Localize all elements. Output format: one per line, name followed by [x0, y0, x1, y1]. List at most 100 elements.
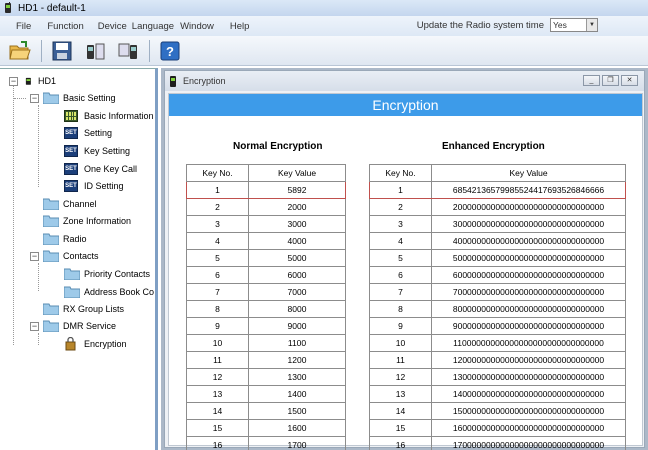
menu-device[interactable]: Device [84, 21, 127, 32]
key-value-cell[interactable]: 3000 [248, 215, 346, 233]
tree-node-priority-contacts[interactable]: Priority Contacts [64, 266, 150, 282]
tree-node-basic-information[interactable]: Basic Information [64, 108, 154, 124]
table-row[interactable]: 16 1700 [186, 436, 346, 450]
key-value-cell[interactable]: 1500 [248, 402, 346, 420]
table-row[interactable]: 3 30000000000000000000000000000000 [369, 215, 626, 233]
save-button[interactable] [50, 39, 74, 63]
minimize-icon[interactable]: _ [583, 75, 600, 86]
table-row[interactable]: 7 7000 [186, 283, 346, 301]
table-row[interactable]: 5 5000 [186, 249, 346, 267]
key-value-cell[interactable]: 6000 [248, 266, 346, 284]
menu-language[interactable]: Language [122, 21, 174, 32]
tree-collapse-toggle[interactable]: − [30, 252, 39, 261]
key-value-cell[interactable]: 5892 [248, 181, 346, 199]
tree-collapse-toggle[interactable]: − [9, 77, 18, 86]
tree-node-one-key-call[interactable]: SET One Key Call [64, 161, 137, 177]
key-value-cell[interactable]: 20000000000000000000000000000000 [431, 198, 626, 216]
table-row[interactable]: 2 2000 [186, 198, 346, 216]
write-radio-button[interactable] [116, 39, 140, 63]
tree-collapse-toggle[interactable]: − [30, 322, 39, 331]
menu-help[interactable]: Help [214, 21, 250, 32]
tree-node-id-setting[interactable]: SET ID Setting [64, 178, 124, 194]
table-row[interactable]: 1 68542136579985524417693526846666 [369, 181, 626, 199]
close-icon[interactable]: ✕ [621, 75, 638, 86]
table-row[interactable]: 4 4000 [186, 232, 346, 250]
table-row[interactable]: 4 40000000000000000000000000000000 [369, 232, 626, 250]
table-row[interactable]: 9 90000000000000000000000000000000 [369, 317, 626, 335]
restore-icon[interactable]: ❐ [602, 75, 619, 86]
key-value-cell[interactable]: 1600 [248, 419, 346, 437]
tree-node-setting[interactable]: SET Setting [64, 125, 112, 141]
key-value-cell[interactable]: 30000000000000000000000000000000 [431, 215, 626, 233]
table-row[interactable]: 6 6000 [186, 266, 346, 284]
key-value-cell[interactable]: 4000 [248, 232, 346, 250]
key-value-cell[interactable]: 60000000000000000000000000000000 [431, 266, 626, 284]
table-row[interactable]: 11 12000000000000000000000000000000 [369, 351, 626, 369]
key-value-cell[interactable]: 90000000000000000000000000000000 [431, 317, 626, 335]
key-value-cell[interactable]: 9000 [248, 317, 346, 335]
tree-node-zone-information[interactable]: Zone Information [43, 213, 131, 229]
help-button[interactable]: ? [158, 39, 182, 63]
table-row[interactable]: 13 14000000000000000000000000000000 [369, 385, 626, 403]
table-row[interactable]: 15 16000000000000000000000000000000 [369, 419, 626, 437]
tree-node-radio[interactable]: Radio [43, 231, 87, 247]
table-row[interactable]: 12 13000000000000000000000000000000 [369, 368, 626, 386]
table-row[interactable]: 12 1300 [186, 368, 346, 386]
table-row[interactable]: 9 9000 [186, 317, 346, 335]
key-value-cell[interactable]: 2000 [248, 198, 346, 216]
table-row[interactable]: 10 1100 [186, 334, 346, 352]
table-row[interactable]: 8 8000 [186, 300, 346, 318]
key-value-cell[interactable]: 8000 [248, 300, 346, 318]
menu-function[interactable]: Function [31, 21, 83, 32]
table-row[interactable]: 16 17000000000000000000000000000000 [369, 436, 626, 450]
open-button[interactable] [8, 39, 32, 63]
dropdown-arrow-icon[interactable]: ▼ [586, 19, 597, 31]
tree-node-contacts[interactable]: Contacts [43, 248, 99, 264]
key-value-cell[interactable]: 1200 [248, 351, 346, 369]
key-value-cell[interactable]: 17000000000000000000000000000000 [431, 436, 626, 450]
table-row[interactable]: 15 1600 [186, 419, 346, 437]
table-row[interactable]: 14 1500 [186, 402, 346, 420]
key-value-cell[interactable]: 68542136579985524417693526846666 [431, 181, 626, 199]
tree-collapse-toggle[interactable]: − [30, 94, 39, 103]
key-value-cell[interactable]: 1700 [248, 436, 346, 450]
key-value-cell[interactable]: 70000000000000000000000000000000 [431, 283, 626, 301]
key-value-cell[interactable]: 80000000000000000000000000000000 [431, 300, 626, 318]
menu-file[interactable]: File [0, 21, 31, 32]
key-value-cell[interactable]: 5000 [248, 249, 346, 267]
table-row[interactable]: 11 1200 [186, 351, 346, 369]
key-value-cell[interactable]: 40000000000000000000000000000000 [431, 232, 626, 250]
table-row[interactable]: 14 15000000000000000000000000000000 [369, 402, 626, 420]
key-value-cell[interactable]: 1300 [248, 368, 346, 386]
tree-node-address-book[interactable]: Address Book Co [64, 284, 154, 300]
table-row[interactable]: 10 11000000000000000000000000000000 [369, 334, 626, 352]
tree-node-channel[interactable]: Channel [43, 196, 97, 212]
key-value-cell[interactable]: 7000 [248, 283, 346, 301]
table-row[interactable]: 5 50000000000000000000000000000000 [369, 249, 626, 267]
key-value-cell[interactable]: 1100 [248, 334, 346, 352]
tree-node-dmr-service[interactable]: DMR Service [43, 318, 116, 334]
key-value-cell[interactable]: 11000000000000000000000000000000 [431, 334, 626, 352]
table-row[interactable]: 8 80000000000000000000000000000000 [369, 300, 626, 318]
tree-node-rx-group-lists[interactable]: RX Group Lists [43, 301, 124, 317]
tree-node-encryption[interactable]: Encryption [64, 336, 127, 352]
table-row[interactable]: 1 5892 [186, 181, 346, 199]
tree-node-basic-setting[interactable]: Basic Setting [43, 90, 116, 106]
key-value-cell[interactable]: 1400 [248, 385, 346, 403]
table-row[interactable]: 2 20000000000000000000000000000000 [369, 198, 626, 216]
key-value-cell[interactable]: 15000000000000000000000000000000 [431, 402, 626, 420]
key-value-cell[interactable]: 14000000000000000000000000000000 [431, 385, 626, 403]
encryption-window-titlebar[interactable]: Encryption _ ❐ ✕ [165, 71, 644, 91]
table-row[interactable]: 6 60000000000000000000000000000000 [369, 266, 626, 284]
table-row[interactable]: 7 70000000000000000000000000000000 [369, 283, 626, 301]
key-value-cell[interactable]: 13000000000000000000000000000000 [431, 368, 626, 386]
key-value-cell[interactable]: 16000000000000000000000000000000 [431, 419, 626, 437]
tree-node-hd1[interactable]: HD1 [24, 73, 56, 89]
key-value-cell[interactable]: 50000000000000000000000000000000 [431, 249, 626, 267]
read-radio-button[interactable] [83, 39, 107, 63]
menu-window[interactable]: Window [174, 21, 214, 32]
table-row[interactable]: 3 3000 [186, 215, 346, 233]
tree-node-key-setting[interactable]: SET Key Setting [64, 143, 130, 159]
key-value-cell[interactable]: 12000000000000000000000000000000 [431, 351, 626, 369]
update-time-select[interactable]: Yes ▼ [550, 18, 598, 32]
